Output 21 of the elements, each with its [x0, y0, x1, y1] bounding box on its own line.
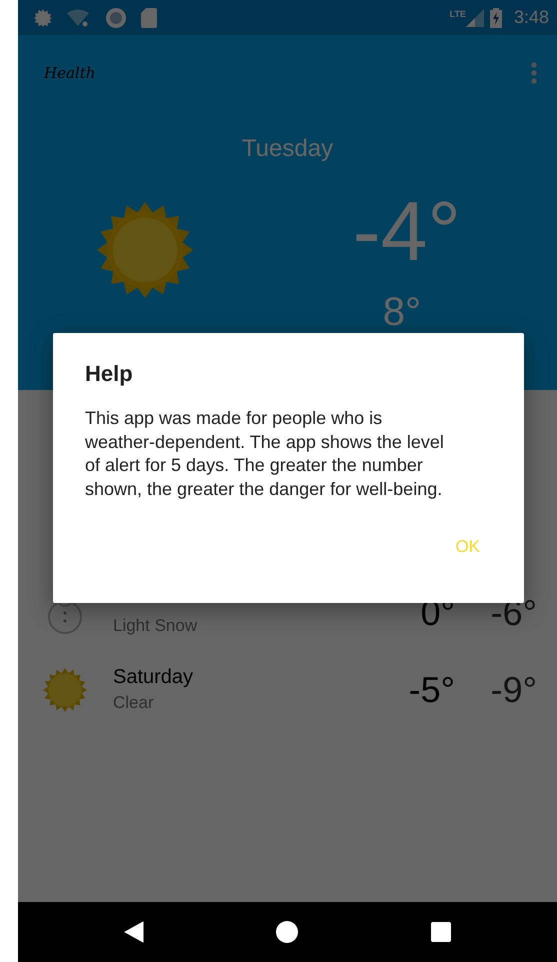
recents-icon[interactable] — [430, 922, 451, 942]
app-title: Health — [44, 64, 96, 82]
clock: 3:48 — [514, 7, 549, 28]
back-icon[interactable] — [124, 921, 144, 943]
dialog-title: Help — [85, 361, 133, 387]
sd-card-icon — [141, 8, 157, 28]
ok-button[interactable]: OK — [455, 531, 480, 563]
secondary-temperature: 8° — [382, 291, 421, 333]
sun-icon — [43, 668, 87, 712]
current-temperature: -4° — [352, 189, 461, 273]
home-icon[interactable] — [276, 921, 298, 943]
record-icon — [106, 8, 126, 28]
day-name: Tuesday — [240, 134, 334, 163]
network-type: LTE — [450, 8, 466, 18]
sun-icon — [96, 201, 194, 299]
dialog-message: This app was made for people who is weather-dependent. The app shows the level of alert for 5 days. The greater the number shown, the greater the danger for well-being. — [85, 407, 445, 501]
forecast-day: Saturday — [113, 666, 375, 689]
brightness-icon — [34, 8, 52, 26]
battery-charging-icon — [490, 8, 502, 28]
high-temperature: -5° — [408, 668, 455, 710]
low-temperature: -9° — [490, 668, 537, 710]
